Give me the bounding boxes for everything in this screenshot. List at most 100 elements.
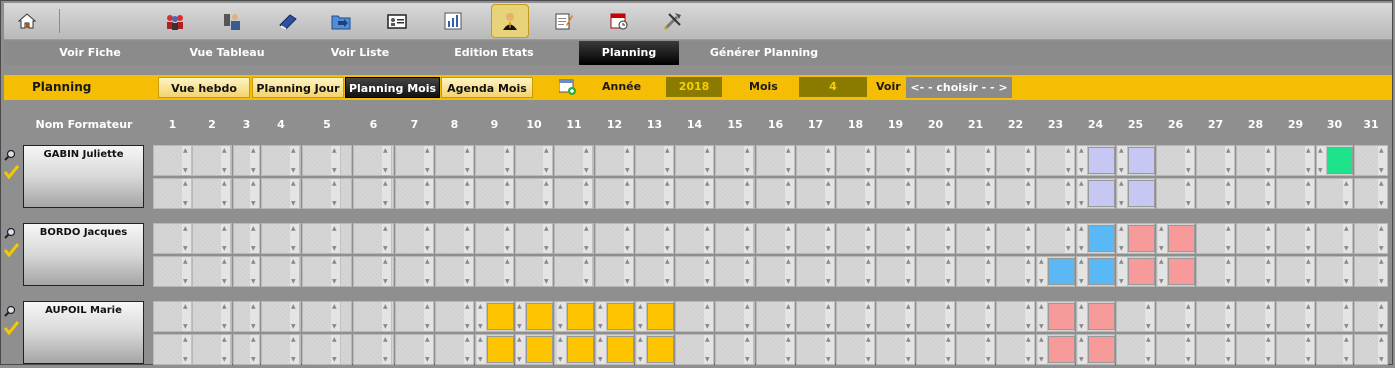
day-cell[interactable] bbox=[475, 301, 514, 332]
cell-spinner[interactable] bbox=[624, 257, 634, 286]
cell-spinner[interactable] bbox=[424, 302, 434, 331]
cell-spinner[interactable] bbox=[290, 335, 300, 364]
cell-spinner[interactable] bbox=[865, 257, 875, 286]
cell-spinner[interactable] bbox=[1145, 302, 1155, 331]
planned-session-block[interactable] bbox=[1088, 180, 1115, 207]
day-cell[interactable] bbox=[475, 334, 514, 365]
day-cell[interactable] bbox=[1354, 223, 1388, 254]
cell-spinner[interactable] bbox=[945, 257, 955, 286]
cell-spinner[interactable] bbox=[1343, 179, 1353, 208]
day-cell[interactable] bbox=[1116, 301, 1155, 332]
day-cell[interactable] bbox=[796, 145, 835, 176]
cell-spinner[interactable] bbox=[785, 224, 795, 253]
cell-spinner[interactable] bbox=[1118, 179, 1128, 208]
day-cell[interactable] bbox=[192, 223, 232, 254]
day-cell[interactable] bbox=[1316, 145, 1353, 176]
cell-spinner[interactable] bbox=[1185, 302, 1195, 331]
cell-spinner[interactable] bbox=[637, 335, 647, 364]
day-cell[interactable] bbox=[756, 256, 795, 287]
day-cell[interactable] bbox=[1116, 145, 1155, 176]
day-cell[interactable] bbox=[233, 256, 260, 287]
cell-spinner[interactable] bbox=[331, 302, 341, 331]
cell-spinner[interactable] bbox=[865, 146, 875, 175]
day-cell[interactable] bbox=[261, 145, 301, 176]
planned-session-block[interactable] bbox=[1088, 303, 1115, 330]
day-cell[interactable] bbox=[261, 301, 301, 332]
cell-spinner[interactable] bbox=[825, 257, 835, 286]
cell-spinner[interactable] bbox=[1025, 302, 1035, 331]
planned-session-block[interactable] bbox=[647, 303, 674, 330]
day-cell[interactable] bbox=[1354, 301, 1388, 332]
cell-spinner[interactable] bbox=[1158, 257, 1168, 286]
day-cell[interactable] bbox=[302, 334, 352, 365]
day-cell[interactable] bbox=[475, 223, 514, 254]
cell-spinner[interactable] bbox=[704, 146, 714, 175]
cell-spinner[interactable] bbox=[1378, 302, 1388, 331]
cell-spinner[interactable] bbox=[1025, 146, 1035, 175]
planned-session-block[interactable] bbox=[567, 336, 594, 363]
cell-spinner[interactable] bbox=[250, 257, 260, 286]
cell-spinner[interactable] bbox=[985, 257, 995, 286]
cell-spinner[interactable] bbox=[664, 146, 674, 175]
day-cell[interactable] bbox=[1196, 145, 1235, 176]
magnifier-icon[interactable] bbox=[4, 146, 16, 161]
cell-spinner[interactable] bbox=[624, 179, 634, 208]
cell-spinner[interactable] bbox=[290, 224, 300, 253]
day-cell[interactable] bbox=[1276, 145, 1315, 176]
day-cell[interactable] bbox=[435, 178, 474, 209]
day-cell[interactable] bbox=[756, 223, 795, 254]
day-cell[interactable] bbox=[796, 334, 835, 365]
day-cell[interactable] bbox=[153, 334, 192, 365]
day-cell[interactable] bbox=[302, 178, 352, 209]
day-cell[interactable] bbox=[1236, 223, 1275, 254]
cell-spinner[interactable] bbox=[583, 224, 593, 253]
cell-spinner[interactable] bbox=[382, 335, 392, 364]
cell-spinner[interactable] bbox=[424, 179, 434, 208]
day-cell[interactable] bbox=[1316, 301, 1353, 332]
cell-spinner[interactable] bbox=[331, 335, 341, 364]
cell-spinner[interactable] bbox=[1118, 146, 1128, 175]
day-cell[interactable] bbox=[353, 178, 394, 209]
cell-spinner[interactable] bbox=[557, 335, 567, 364]
cell-spinner[interactable] bbox=[221, 224, 231, 253]
cell-spinner[interactable] bbox=[1343, 224, 1353, 253]
cell-spinner[interactable] bbox=[1065, 146, 1075, 175]
day-cell[interactable] bbox=[635, 256, 674, 287]
day-cell[interactable] bbox=[595, 334, 634, 365]
day-cell[interactable] bbox=[675, 334, 714, 365]
day-cell[interactable] bbox=[1276, 178, 1315, 209]
day-cell[interactable] bbox=[261, 178, 301, 209]
day-cell[interactable] bbox=[475, 256, 514, 287]
day-cell[interactable] bbox=[1116, 256, 1155, 287]
cell-spinner[interactable] bbox=[1378, 146, 1388, 175]
day-cell[interactable] bbox=[836, 334, 875, 365]
day-cell[interactable] bbox=[715, 256, 755, 287]
cell-spinner[interactable] bbox=[704, 179, 714, 208]
day-cell[interactable] bbox=[1036, 334, 1075, 365]
cell-spinner[interactable] bbox=[985, 146, 995, 175]
day-cell[interactable] bbox=[876, 301, 915, 332]
cell-spinner[interactable] bbox=[744, 335, 754, 364]
day-cell[interactable] bbox=[996, 145, 1035, 176]
cell-spinner[interactable] bbox=[464, 179, 474, 208]
day-cell[interactable] bbox=[715, 178, 755, 209]
day-cell[interactable] bbox=[916, 334, 955, 365]
cell-spinner[interactable] bbox=[250, 146, 260, 175]
cell-spinner[interactable] bbox=[1038, 257, 1048, 286]
planned-session-block[interactable] bbox=[1168, 258, 1195, 285]
cell-spinner[interactable] bbox=[1305, 146, 1315, 175]
day-cell[interactable] bbox=[996, 334, 1035, 365]
cell-spinner[interactable] bbox=[664, 224, 674, 253]
cell-spinner[interactable] bbox=[504, 257, 514, 286]
day-cell[interactable] bbox=[515, 256, 553, 287]
day-cell[interactable] bbox=[1036, 301, 1075, 332]
day-cell[interactable] bbox=[1354, 178, 1388, 209]
day-cell[interactable] bbox=[635, 145, 674, 176]
day-cell[interactable] bbox=[302, 145, 352, 176]
trainer-card[interactable]: AUPOIL Marie bbox=[23, 301, 144, 364]
cell-spinner[interactable] bbox=[785, 146, 795, 175]
day-cell[interactable] bbox=[153, 178, 192, 209]
cell-spinner[interactable] bbox=[825, 179, 835, 208]
day-cell[interactable] bbox=[1076, 223, 1115, 254]
day-cell[interactable] bbox=[261, 256, 301, 287]
